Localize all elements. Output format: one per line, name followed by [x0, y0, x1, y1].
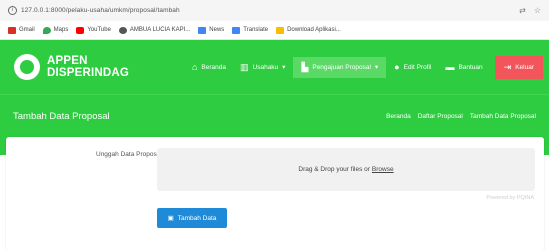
- browser-address-bar: i 127.0.0.1:8000/pelaku-usaha/umkm/propo…: [0, 0, 549, 21]
- browse-link[interactable]: Browse: [372, 166, 394, 173]
- maps-icon: [42, 26, 51, 34]
- file-icon: ▙: [301, 61, 309, 72]
- translate-page-icon[interactable]: ⇄: [519, 6, 526, 15]
- logout-button[interactable]: ⇥ Keluar: [494, 55, 543, 79]
- caret-down-icon: ▾: [374, 64, 379, 71]
- youtube-icon: [76, 26, 85, 34]
- nav-pengajuan-proposal[interactable]: ▙ Pengajuan Proposal ▾: [293, 56, 387, 78]
- breadcrumb: Beranda Daftar Proposal Tambah Data Prop…: [386, 113, 536, 120]
- info-icon[interactable]: i: [8, 6, 17, 15]
- breadcrumb-beranda[interactable]: Beranda: [386, 113, 411, 120]
- brand-logo-icon: [14, 54, 40, 80]
- form-card: Unggah Data Proposal Drag & Drop your fi…: [6, 137, 544, 251]
- help-icon: ▬: [445, 61, 455, 72]
- upload-label: Unggah Data Proposal: [96, 151, 162, 158]
- news-icon: [198, 26, 207, 34]
- bookmark-download[interactable]: Download Aplikasi...: [276, 26, 341, 34]
- logout-icon: ⇥: [503, 61, 512, 72]
- folder-icon: [276, 26, 285, 34]
- globe-icon: [118, 26, 127, 34]
- file-dropzone[interactable]: Drag & Drop your files or Browse: [157, 148, 535, 191]
- gmail-icon: [8, 26, 16, 34]
- nav-usahaku[interactable]: ▥ Usahaku ▾: [234, 59, 291, 76]
- bookmark-news[interactable]: News: [198, 26, 224, 34]
- nav-bantuan[interactable]: ▬ Bantuan: [439, 59, 488, 76]
- bookmark-translate[interactable]: Translate: [232, 26, 268, 34]
- bookmark-ambua[interactable]: AMBUA LUCIA KAPI...: [118, 26, 190, 34]
- page-title: Tambah Data Proposal: [13, 110, 110, 122]
- breadcrumb-daftar-proposal[interactable]: Daftar Proposal: [418, 113, 463, 120]
- powered-by-text: Powered by PQINA: [486, 195, 534, 201]
- bookmark-youtube[interactable]: YouTube: [76, 26, 111, 34]
- translate-icon: [232, 26, 241, 34]
- brand[interactable]: APPEN DISPERINDAG: [14, 54, 129, 80]
- page-header: Tambah Data Proposal Beranda Daftar Prop…: [0, 94, 549, 137]
- top-navbar: APPEN DISPERINDAG ⌂ Beranda ▥ Usahaku ▾ …: [0, 40, 549, 94]
- caret-down-icon: ▾: [282, 64, 286, 71]
- breadcrumb-tambah-data-proposal: Tambah Data Proposal: [469, 112, 536, 120]
- bookmark-gmail[interactable]: Gmail: [8, 26, 35, 34]
- bookmark-maps[interactable]: Maps: [42, 26, 68, 34]
- brand-name: APPEN DISPERINDAG: [47, 55, 130, 79]
- nav-beranda[interactable]: ⌂ Beranda: [186, 59, 232, 76]
- save-icon: ▣: [167, 215, 174, 222]
- tambah-data-button[interactable]: ▣ Tambah Data: [157, 208, 227, 228]
- nav-menu: ⌂ Beranda ▥ Usahaku ▾ ▙ Pengajuan Propos…: [186, 55, 543, 79]
- url-field[interactable]: 127.0.0.1:8000/pelaku-usaha/umkm/proposa…: [21, 7, 519, 14]
- user-icon: ●: [394, 61, 400, 72]
- bookmark-star-icon[interactable]: ☆: [534, 6, 541, 15]
- building-icon: ▥: [240, 61, 249, 72]
- home-icon: ⌂: [191, 61, 198, 72]
- browser-actions: ⇄ ☆: [519, 6, 541, 15]
- bookmarks-bar: Gmail Maps YouTube AMBUA LUCIA KAPI... N…: [0, 21, 549, 40]
- nav-edit-profil[interactable]: ● Edit Profil: [388, 59, 437, 76]
- dropzone-text: Drag & Drop your files or: [298, 166, 370, 173]
